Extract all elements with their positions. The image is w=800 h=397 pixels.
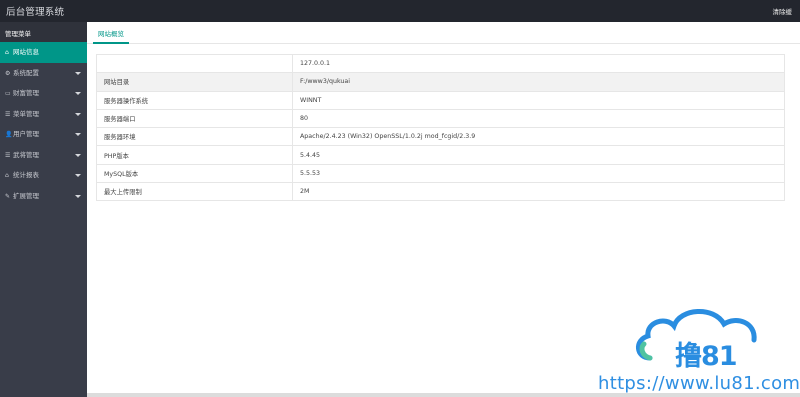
- list-icon: ☰: [5, 110, 11, 118]
- list-icon: ☰: [5, 151, 11, 159]
- sidebar-heading: 管理菜单: [0, 22, 87, 42]
- row-key: MySQL版本: [96, 163, 293, 184]
- row-value: 80: [292, 108, 785, 129]
- sidebar-item-label: 网站信息: [13, 48, 39, 56]
- row-key: 最大上传限制: [96, 182, 293, 202]
- table-row: PHP版本 5.4.45: [96, 145, 785, 165]
- sidebar-item-label: 武将管理: [13, 150, 39, 159]
- row-key: [96, 53, 293, 74]
- chevron-down-icon: [75, 194, 81, 198]
- sidebar-item-users[interactable]: 👤用户管理: [0, 124, 87, 145]
- chevron-down-icon: [75, 92, 81, 95]
- sidebar-item-extensions[interactable]: ✎ 扩展管理: [0, 186, 87, 207]
- row-value: 5.4.45: [292, 145, 785, 165]
- app-title: 后台管理系统: [6, 7, 65, 18]
- row-value: 127.0.0.1: [292, 53, 785, 74]
- row-key: 服务器端口: [96, 108, 293, 129]
- sidebar-item-system-config[interactable]: ⚙ 系统配置: [0, 63, 87, 84]
- tab-bar: 网站概览: [87, 22, 800, 44]
- sidebar-item-site-info[interactable]: ⌂ 网站信息: [0, 42, 87, 63]
- sidebar-item-label: 统计报表: [13, 171, 39, 179]
- top-header: 后台管理系统 清除缓: [0, 0, 800, 22]
- row-value: WINNT: [292, 90, 785, 110]
- chevron-down-icon: [75, 112, 81, 116]
- chevron-down-icon: [75, 153, 81, 157]
- table-row: 服务器环境 Apache/2.4.23 (Win32) OpenSSL/1.0.…: [96, 127, 785, 147]
- table-row: 服务器操作系统 WINNT: [96, 90, 785, 110]
- table-row: 服务器端口 80: [96, 108, 785, 129]
- row-key: 服务器环境: [96, 127, 293, 147]
- chevron-down-icon: [75, 133, 81, 136]
- home-icon: ⌂: [5, 49, 9, 56]
- row-value: F:/www3/qukuai: [292, 72, 785, 92]
- watermark-url: https://www.lu81.com: [598, 373, 800, 394]
- chevron-down-icon: [75, 174, 81, 177]
- home-icon: ⌂: [5, 172, 9, 179]
- table-row: 127.0.0.1: [96, 53, 785, 74]
- money-icon: ▭: [5, 90, 11, 97]
- row-key: PHP版本: [96, 145, 293, 165]
- gears-icon: ⚙: [5, 69, 11, 77]
- sidebar-item-menu[interactable]: ☰ 菜单管理: [0, 104, 87, 125]
- sidebar-item-label: 财富管理: [13, 89, 39, 97]
- row-value: Apache/2.4.23 (Win32) OpenSSL/1.0.2j mod…: [292, 127, 785, 147]
- sidebar-item-generals[interactable]: ☰ 武将管理: [0, 145, 87, 166]
- sidebar-item-label: 系统配置: [13, 68, 39, 77]
- server-info-table: 127.0.0.1 网站目录 F:/www3/qukuai 服务器操作系统 WI…: [96, 53, 785, 202]
- row-key: 网站目录: [96, 72, 293, 92]
- clear-cache-link[interactable]: 清除缓: [773, 6, 793, 16]
- row-key: 服务器操作系统: [96, 90, 293, 110]
- sidebar-item-label: 扩展管理: [13, 191, 39, 200]
- row-value: 5.5.53: [292, 163, 785, 184]
- row-value: 2M: [292, 182, 785, 202]
- sidebar-item-label: 用户管理: [13, 130, 39, 138]
- table-row: MySQL版本 5.5.53: [96, 163, 785, 184]
- chevron-down-icon: [75, 71, 81, 75]
- table-row: 最大上传限制 2M: [96, 182, 785, 202]
- watermark-brand: 撸81: [675, 341, 738, 372]
- sidebar-item-reports[interactable]: ⌂ 统计报表: [0, 165, 87, 186]
- sidebar: 管理菜单 ⌂ 网站信息 ⚙ 系统配置 ▭ 财富管理 ☰ 菜单管理 👤用户管理 ☰ 武将管理…: [0, 22, 87, 397]
- wrench-icon: ✎: [5, 192, 11, 200]
- sidebar-item-wealth[interactable]: ▭ 财富管理: [0, 83, 87, 104]
- sidebar-item-label: 菜单管理: [13, 109, 39, 118]
- table-row: 网站目录 F:/www3/qukuai: [96, 72, 785, 92]
- user-icon: 👤: [5, 131, 13, 138]
- tab-site-overview[interactable]: 网站概览: [93, 22, 129, 44]
